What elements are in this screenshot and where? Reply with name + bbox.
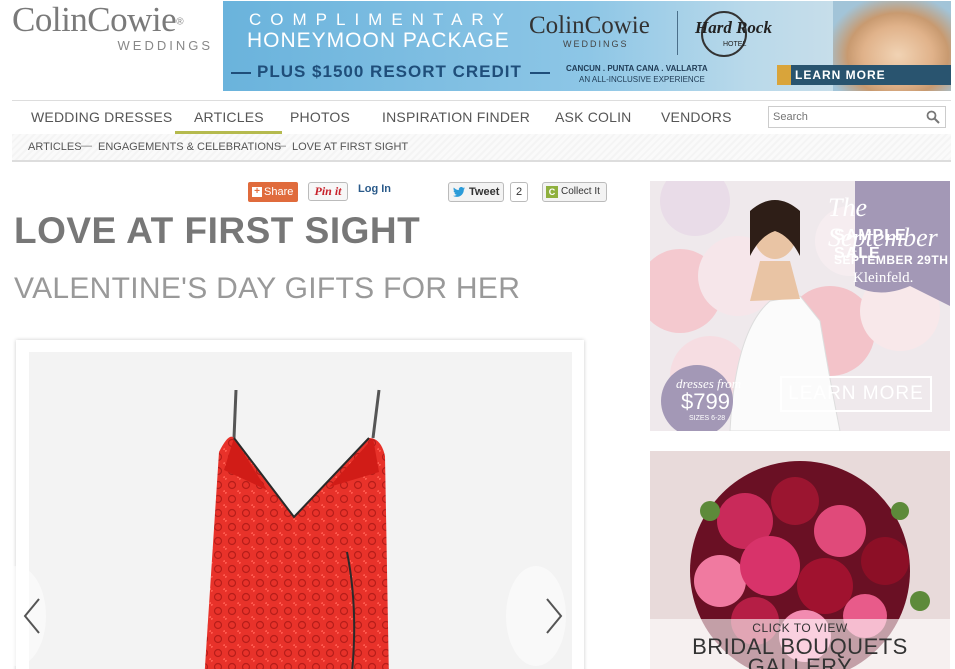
login-link[interactable]: Log In: [358, 183, 391, 195]
logo-wordmark: ColinCowie: [12, 0, 177, 39]
banner-complimentary: COMPLIMENTARY: [249, 10, 513, 29]
banner-locations: CANCUN . PUNTA CANA . VALLARTA: [566, 64, 708, 73]
banner-brand: ColinCowie: [529, 12, 650, 39]
twitter-bird-icon: [453, 187, 465, 197]
bridal-bouquets-ad[interactable]: CLICK TO VIEW BRIDAL BOUQUETS GALLERY: [650, 451, 950, 669]
search-box: [768, 106, 946, 128]
search-icon[interactable]: [926, 110, 940, 124]
nav-item-photos[interactable]: PHOTOS: [290, 109, 350, 125]
collect-icon: C: [546, 186, 558, 198]
banner-resort-credit: PLUS $1500 RESORT CREDIT: [231, 62, 550, 81]
price-value: $799: [681, 389, 730, 414]
breadcrumb-separator: —: [275, 140, 286, 152]
logo-registered-mark: ®: [176, 16, 184, 28]
banner-learn-more-button[interactable]: LEARN MORE: [777, 65, 951, 85]
banner-divider: [677, 11, 678, 55]
breadcrumb-current: LOVE AT FIRST SIGHT: [292, 141, 409, 153]
nav-item-ask-colin[interactable]: ASK COLIN: [555, 109, 632, 125]
pinterest-pin-button[interactable]: Pin it: [308, 182, 348, 201]
banner-honeymoon: HONEYMOON PACKAGE: [247, 29, 510, 52]
banner-partner-sub: HOTEL: [723, 41, 747, 48]
article-title: LOVE AT FIRST SIGHT: [14, 210, 421, 251]
banner-partner: Hard Rock: [695, 18, 772, 37]
share-label: Share: [264, 186, 294, 198]
bouquet-cta-gallery: GALLERY: [747, 654, 853, 669]
breadcrumb: ARTICLES — ENGAGEMENTS & CELEBRATIONS — …: [12, 134, 951, 162]
share-button[interactable]: + Share: [248, 182, 298, 202]
logo-subtitle: WEDDINGS: [117, 38, 213, 53]
gallery-next-button[interactable]: [506, 566, 566, 666]
banner-tagline: AN ALL-INCLUSIVE EXPERIENCE: [579, 75, 705, 84]
kleinfeld-logo: Kleinfeld.: [853, 270, 914, 286]
bouquet-cta-small: CLICK TO VIEW: [752, 621, 848, 635]
sale-learn-more-button[interactable]: LEARN MORE: [781, 377, 931, 411]
search-input[interactable]: [769, 107, 919, 127]
main-nav: WEDDING DRESSES ARTICLES PHOTOS INSPIRAT…: [12, 100, 951, 134]
chevron-left-icon: [23, 598, 40, 634]
nav-item-articles[interactable]: ARTICLES: [175, 109, 282, 134]
nav-item-vendors[interactable]: VENDORS: [661, 109, 732, 125]
kleinfeld-sample-sale-ad[interactable]: The September SAMPLE SALE SEPTEMBER 29TH…: [650, 181, 950, 431]
nav-item-inspiration-finder[interactable]: INSPIRATION FINDER: [382, 109, 530, 125]
site-logo[interactable]: ColinCowie® WEDDINGS: [12, 2, 217, 58]
chevron-right-icon: [546, 598, 563, 634]
sale-date: SEPTEMBER 29TH: [834, 253, 949, 267]
collect-it-button[interactable]: C Collect It: [542, 182, 607, 202]
gallery-image: [29, 352, 572, 669]
collect-label: Collect It: [561, 186, 600, 197]
article-subtitle: VALENTINE'S DAY GIFTS FOR HER: [14, 272, 521, 305]
red-lace-chemise-image: [204, 389, 389, 669]
tweet-button[interactable]: Tweet: [448, 182, 504, 202]
nav-item-wedding-dresses[interactable]: WEDDING DRESSES: [31, 109, 172, 125]
breadcrumb-separator: —: [81, 140, 92, 152]
image-gallery: [0, 340, 584, 669]
plus-icon: +: [252, 187, 262, 197]
banner-ad[interactable]: COMPLIMENTARY HONEYMOON PACKAGE PLUS $15…: [223, 1, 951, 91]
tweet-count: 2: [510, 182, 528, 202]
breadcrumb-articles[interactable]: ARTICLES: [28, 141, 82, 153]
sizes-label: SIZES 6-28: [689, 415, 726, 422]
breadcrumb-engagements[interactable]: ENGAGEMENTS & CELEBRATIONS: [98, 141, 281, 153]
banner-brand-sub: WEDDINGS: [563, 39, 629, 49]
tweet-label: Tweet: [469, 186, 500, 198]
